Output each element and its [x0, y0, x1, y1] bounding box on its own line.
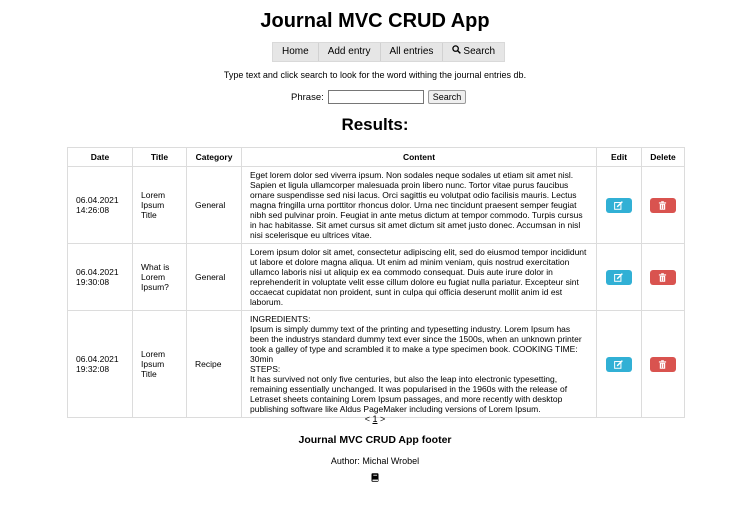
pagination: < 1 > — [0, 414, 750, 424]
book-icon — [371, 473, 379, 482]
main-nav: Home Add entry All entries Search — [272, 42, 506, 62]
nav-search-label: Search — [463, 46, 496, 57]
pager-page-1[interactable]: 1 — [372, 414, 377, 424]
entry-title: What is Lorem Ipsum? — [132, 243, 187, 311]
nav-search[interactable]: Search — [443, 43, 504, 61]
nav-all-entries[interactable]: All entries — [381, 43, 444, 61]
phrase-input[interactable] — [327, 90, 424, 104]
search-button[interactable]: Search — [427, 90, 467, 104]
trash-icon — [658, 272, 667, 282]
pager-next[interactable]: > — [380, 414, 385, 424]
header-title: Title — [132, 147, 187, 167]
search-form: Phrase: Search — [291, 90, 467, 104]
delete-cell — [641, 166, 685, 244]
entry-content: INGREDIENTS: Ipsum is simply dummy text … — [241, 310, 597, 418]
nav-add-entry[interactable]: Add entry — [319, 43, 381, 61]
table-row: 06.04.2021 19:30:08 What is Lorem Ipsum?… — [67, 243, 685, 311]
table-row: 06.04.2021 19:32:08 Lorem Ipsum Title Re… — [67, 310, 685, 418]
pager-prev[interactable]: < — [365, 414, 370, 424]
edit-cell — [596, 310, 642, 418]
entry-content: Lorem ipsum dolor sit amet, consectetur … — [241, 243, 597, 311]
header-category: Category — [186, 147, 242, 167]
entry-title: Lorem Ipsum Title — [132, 166, 187, 244]
edit-icon — [614, 272, 623, 282]
delete-button[interactable] — [650, 356, 676, 372]
entry-title: Lorem Ipsum Title — [132, 310, 187, 418]
footer-author: Author: Michal Wrobel — [330, 456, 420, 466]
page: Journal MVC CRUD App Home Add entry All … — [0, 0, 750, 514]
delete-cell — [641, 310, 685, 418]
entry-category: General — [186, 166, 242, 244]
edit-button[interactable] — [606, 356, 632, 372]
trash-icon — [658, 200, 667, 210]
trash-icon — [658, 359, 667, 369]
edit-icon — [614, 359, 623, 369]
entries-table: Date Title Category Content Edit Delete … — [67, 147, 685, 418]
edit-icon — [614, 200, 623, 210]
search-hint: Type text and click search to look for t… — [223, 70, 527, 80]
entry-date: 06.04.2021 14:26:08 — [67, 166, 133, 244]
edit-button[interactable] — [606, 197, 632, 213]
table-row: 06.04.2021 14:26:08 Lorem Ipsum Title Ge… — [67, 166, 685, 244]
header-delete: Delete — [641, 147, 685, 167]
table-header-row: Date Title Category Content Edit Delete — [67, 147, 685, 167]
edit-cell — [596, 166, 642, 244]
delete-button[interactable] — [650, 197, 676, 213]
entry-category: General — [186, 243, 242, 311]
phrase-label: Phrase: — [291, 91, 324, 103]
entry-date: 06.04.2021 19:32:08 — [67, 310, 133, 418]
magnifier-icon — [452, 45, 462, 54]
delete-cell — [641, 243, 685, 311]
delete-button[interactable] — [650, 269, 676, 285]
header-date: Date — [67, 147, 133, 167]
header-edit: Edit — [596, 147, 642, 167]
footer-title: Journal MVC CRUD App footer — [298, 434, 452, 446]
edit-cell — [596, 243, 642, 311]
entry-category: Recipe — [186, 310, 242, 418]
entry-content: Eget lorem dolor sed viverra ipsum. Non … — [241, 166, 597, 244]
header-content: Content — [241, 147, 597, 167]
edit-button[interactable] — [606, 269, 632, 285]
entry-date: 06.04.2021 19:30:08 — [67, 243, 133, 311]
results-title: Results: — [341, 115, 409, 134]
nav-home[interactable]: Home — [273, 43, 319, 61]
page-title: Journal MVC CRUD App — [260, 10, 490, 32]
